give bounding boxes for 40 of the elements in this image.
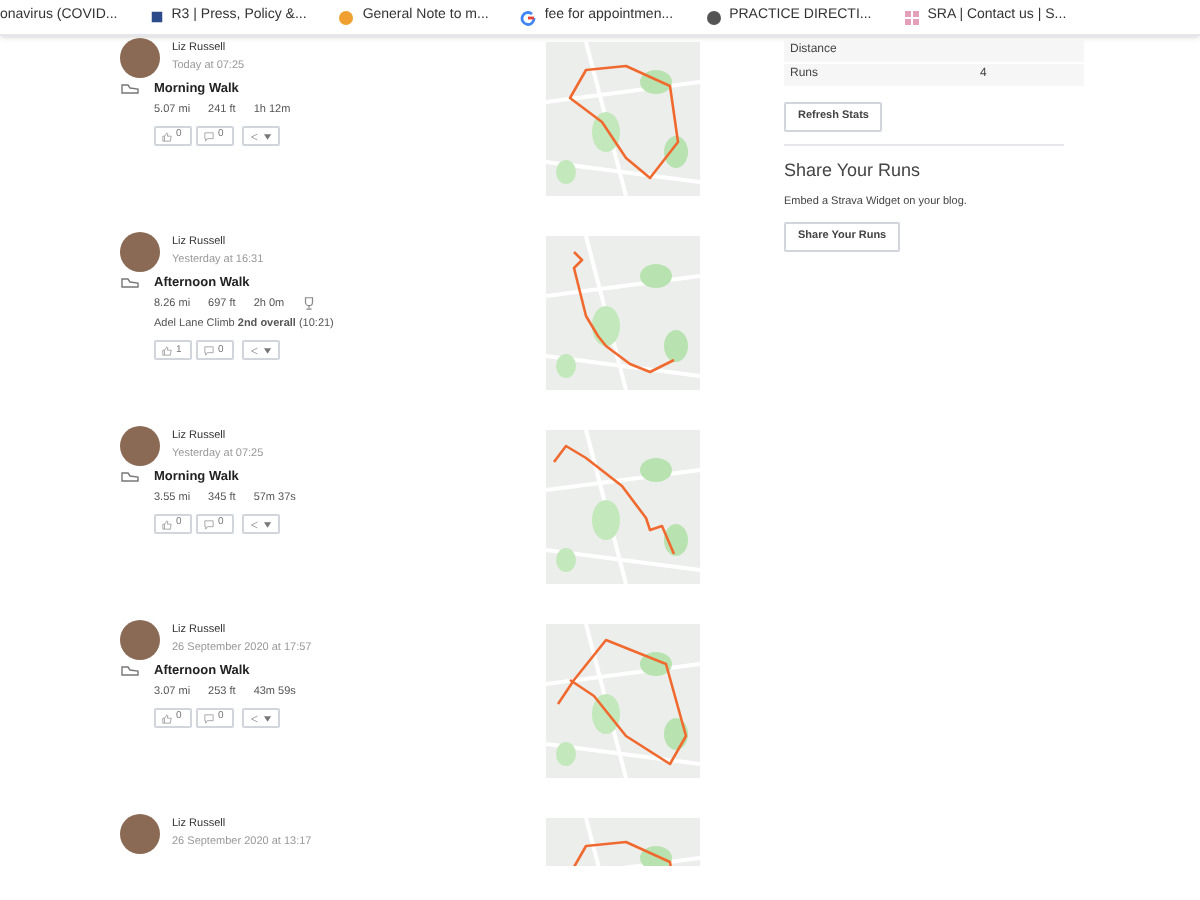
- share-button[interactable]: [242, 126, 280, 146]
- share-button[interactable]: [242, 514, 280, 534]
- bookmark-icon: [903, 9, 920, 25]
- avatar[interactable]: [120, 814, 160, 854]
- share-button[interactable]: [242, 708, 280, 728]
- caret-icon: [264, 521, 272, 527]
- route-map[interactable]: [546, 624, 700, 778]
- share-icon: [250, 131, 259, 141]
- share-button[interactable]: [242, 340, 280, 361]
- shoe-icon: [120, 82, 140, 94]
- thumbs-up-icon: [162, 131, 172, 141]
- avatar[interactable]: [120, 426, 160, 466]
- bookmark-icon: [338, 9, 355, 25]
- trophy-icon: [302, 296, 317, 311]
- avatar[interactable]: [120, 232, 160, 272]
- comment-icon: [204, 713, 214, 723]
- route-map[interactable]: [546, 430, 700, 584]
- avatar[interactable]: [120, 620, 160, 660]
- thumbs-up-icon: [162, 345, 172, 356]
- caret-icon: [264, 133, 272, 139]
- bookmark-icon: [149, 10, 164, 24]
- shoe-icon: [120, 276, 140, 288]
- section-heading: Share Your Runs: [784, 158, 923, 184]
- share-icon: [250, 345, 259, 356]
- share-icon: [250, 519, 259, 529]
- comment-icon: [204, 345, 214, 356]
- caret-icon: [264, 715, 272, 721]
- route-map[interactable]: [546, 818, 700, 866]
- thumbs-up-icon: [162, 519, 172, 529]
- comment-icon: [204, 519, 214, 529]
- avatar[interactable]: [120, 38, 160, 78]
- shoe-icon: [120, 470, 140, 482]
- google-g-icon: [520, 9, 537, 25]
- thumbs-up-icon: [162, 713, 172, 723]
- route-map[interactable]: [546, 236, 700, 390]
- caret-icon: [264, 347, 272, 354]
- route-map[interactable]: [546, 42, 700, 196]
- shoe-icon: [120, 664, 140, 676]
- share-icon: [250, 713, 259, 723]
- comment-icon: [204, 131, 214, 141]
